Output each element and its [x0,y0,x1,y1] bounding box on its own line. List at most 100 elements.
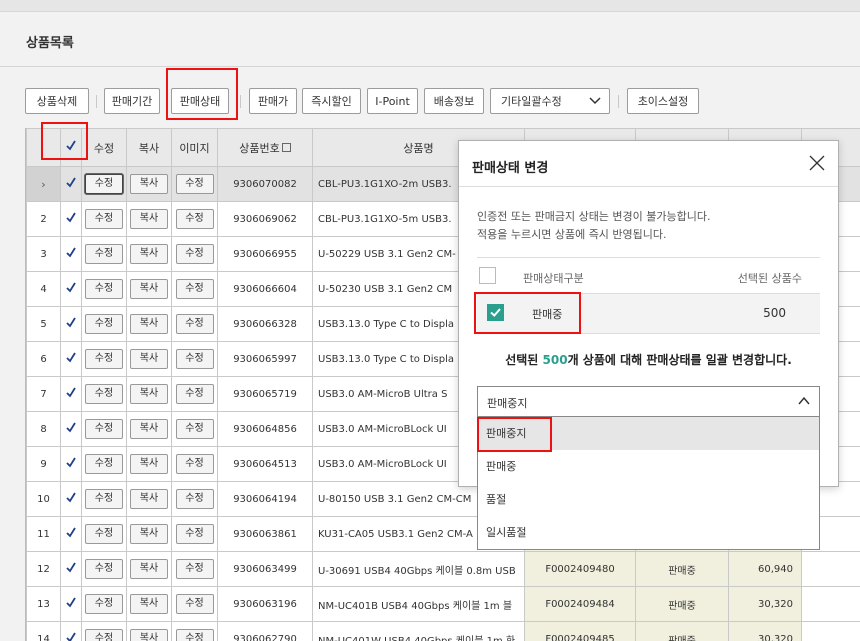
copy-button[interactable]: 복사 [130,524,168,544]
copy-button[interactable]: 복사 [130,594,168,614]
copy-button[interactable]: 복사 [130,349,168,369]
image-edit-button[interactable]: 수정 [175,629,214,641]
ipoint-button[interactable]: I-Point [367,88,418,114]
copy-button[interactable]: 복사 [130,174,168,194]
row-checkbox[interactable] [60,236,82,272]
image-edit-button[interactable]: 수정 [175,314,214,334]
product-no[interactable]: 9306063861 [217,516,313,552]
image-edit-button[interactable]: 수정 [175,419,214,439]
product-no[interactable]: 9306066604 [217,271,313,307]
image-edit-button[interactable]: 수정 [175,349,214,369]
copy-button[interactable]: 복사 [130,244,168,264]
copy-button[interactable]: 복사 [130,314,168,334]
image-edit-button[interactable]: 수정 [175,174,214,194]
copy-button[interactable]: 복사 [130,489,168,509]
status-option[interactable]: 품절 [478,483,819,516]
row-checkbox[interactable] [60,306,82,342]
edit-button[interactable]: 수정 [85,209,123,229]
image-edit-button[interactable]: 수정 [175,559,214,579]
image-edit-button[interactable]: 수정 [175,454,214,474]
status-dropdown[interactable]: 판매중지 [477,386,820,417]
edit-button[interactable]: 수정 [85,489,123,509]
row-checkbox[interactable] [60,516,82,552]
edit-button[interactable]: 수정 [85,629,123,641]
sale-price-button[interactable]: 판매가 [249,88,297,114]
row-number: 9 [26,446,61,482]
edit-button[interactable]: 수정 [85,244,123,264]
product-no[interactable]: 9306069062 [217,201,313,237]
table-row[interactable]: 13 수정 복사 수정 9306063196 NM-UC401B USB4 40Gbps … [26,586,860,622]
product-no[interactable]: 9306063499 [217,551,313,587]
status-option[interactable]: 일시품절 [478,516,819,549]
product-no[interactable]: 9306070082 [217,166,313,202]
close-icon[interactable] [808,154,826,172]
product-no[interactable]: 9306062790 [217,621,313,641]
row-checkbox[interactable] [60,341,82,377]
product-no[interactable]: 9306066328 [217,306,313,342]
copy-button[interactable]: 복사 [130,279,168,299]
row-checkbox[interactable] [60,411,82,447]
shipping-info-button[interactable]: 배송정보 [424,88,484,114]
product-no[interactable]: 9306064513 [217,446,313,482]
product-no[interactable]: 9306065719 [217,376,313,412]
edit-button[interactable]: 수정 [85,454,123,474]
choice-setting-button[interactable]: 초이스설정 [627,88,699,114]
sale-status-button[interactable]: 판매상태 [171,88,229,114]
row-checkbox[interactable] [60,201,82,237]
edit-button[interactable]: 수정 [85,349,123,369]
copy-button[interactable]: 복사 [130,629,168,641]
product-no[interactable]: 9306065997 [217,341,313,377]
checkbox-checked-icon [65,352,77,364]
image-edit-button[interactable]: 수정 [175,524,214,544]
header-product-no[interactable]: 상품번호 [217,128,313,167]
status-option[interactable]: 판매중지 [478,417,819,450]
product-no[interactable]: 9306064194 [217,481,313,517]
copy-button[interactable]: 복사 [130,209,168,229]
product-name[interactable]: U-30691 USB4 40Gbps 케이블 0.8m USB [312,551,525,587]
row-checkbox[interactable] [60,271,82,307]
copy-button[interactable]: 복사 [130,419,168,439]
edit-button[interactable]: 수정 [85,559,123,579]
instant-discount-button[interactable]: 즉시할인 [302,88,361,114]
sale-period-button[interactable]: 판매기간 [104,88,160,114]
row-checkbox[interactable] [60,551,82,587]
image-cell: 수정 [171,166,218,202]
product-name[interactable]: NM-UC401B USB4 40Gbps 케이블 1m 블 [312,586,525,622]
copy-button[interactable]: 복사 [130,454,168,474]
product-rate: 9.( [801,551,860,587]
row-checkbox[interactable] [60,166,82,202]
image-edit-button[interactable]: 수정 [175,384,214,404]
row-checkbox[interactable] [60,376,82,412]
image-edit-button[interactable]: 수정 [175,489,214,509]
edit-button[interactable]: 수정 [85,174,123,194]
edit-button[interactable]: 수정 [85,314,123,334]
edit-button[interactable]: 수정 [85,419,123,439]
copy-button[interactable]: 복사 [130,384,168,404]
copy-button[interactable]: 복사 [130,559,168,579]
status-option[interactable]: 판매중 [478,450,819,483]
table-row[interactable]: 12 수정 복사 수정 9306063499 U-30691 USB4 40Gbps 케이… [26,551,860,587]
product-no[interactable]: 9306063196 [217,586,313,622]
image-edit-button[interactable]: 수정 [175,244,214,264]
status-row-checkbox[interactable] [487,304,504,321]
edit-button[interactable]: 수정 [85,384,123,404]
image-edit-button[interactable]: 수정 [175,279,214,299]
row-checkbox[interactable] [60,446,82,482]
status-select-all-checkbox[interactable] [479,267,496,284]
product-name[interactable]: NM-UC401W USB4 40Gbps 케이블 1m 화 [312,621,525,641]
delete-product-button[interactable]: 상품삭제 [25,88,89,114]
image-edit-button[interactable]: 수정 [175,209,214,229]
image-edit-button[interactable]: 수정 [175,594,214,614]
edit-button[interactable]: 수정 [85,524,123,544]
row-checkbox[interactable] [60,621,82,641]
table-row[interactable]: 14 수정 복사 수정 9306062790 NM-UC401W USB4 40Gbps … [26,621,860,641]
edit-button[interactable]: 수정 [85,594,123,614]
row-checkbox[interactable] [60,481,82,517]
other-bulk-edit-select[interactable]: 기타일괄수정 [490,88,610,114]
header-checkbox[interactable] [60,128,82,167]
edit-cell: 수정 [81,166,127,202]
product-no[interactable]: 9306064856 [217,411,313,447]
product-no[interactable]: 9306066955 [217,236,313,272]
edit-button[interactable]: 수정 [85,279,123,299]
row-checkbox[interactable] [60,586,82,622]
